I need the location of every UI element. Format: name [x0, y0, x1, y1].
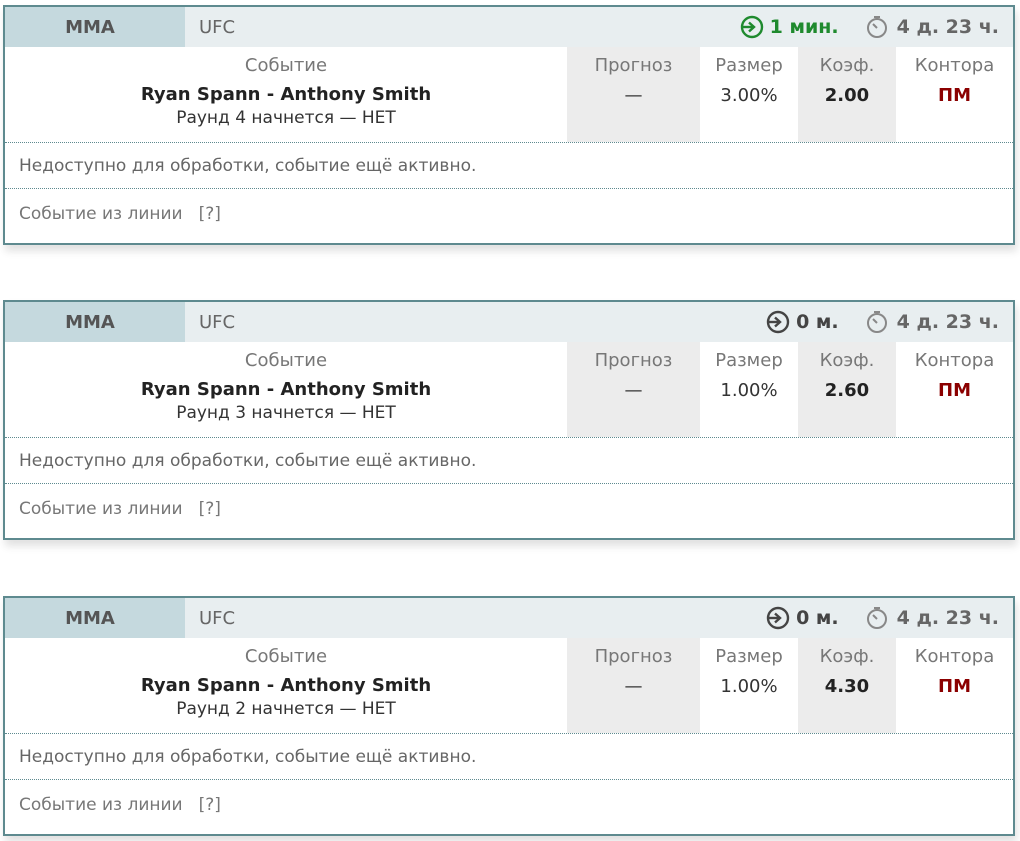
coef-header: Коэф. [819, 350, 875, 371]
size-header: Размер [715, 55, 783, 76]
sport-label: MMA [5, 302, 185, 342]
source-label: Событие из линии [19, 204, 183, 224]
office-value: ПМ [938, 85, 971, 106]
event-header: Событие [244, 646, 328, 667]
bet-info-row: Событие Ryan Spann - Anthony Smith Раунд… [5, 638, 1013, 734]
status-message: Недоступно для обработки, событие ещё ак… [5, 734, 1013, 780]
office-value: ПМ [938, 380, 971, 401]
office-header: Контора [914, 55, 995, 76]
stopwatch-icon [866, 607, 887, 629]
bet-history-list: MMA UFC 1 мин. 4 д. 23 ч. Событие Ryan S… [0, 0, 1020, 841]
size-column: Размер 1.00% [700, 342, 798, 437]
bet-card: MMA UFC 1 мин. 4 д. 23 ч. Событие Ryan S… [3, 5, 1015, 245]
coef-column: Коэф. 2.00 [798, 47, 896, 142]
start-time: 0 м. [796, 607, 839, 629]
event-header: Событие [244, 350, 328, 371]
forecast-header: Прогноз [594, 350, 673, 371]
stopwatch-icon [866, 16, 887, 38]
timing-info: 1 мин. 4 д. 23 ч. [738, 14, 1013, 40]
sport-label: MMA [5, 7, 185, 47]
event-market: Раунд 4 начнется — НЕТ [176, 108, 396, 128]
event-market: Раунд 2 начнется — НЕТ [176, 699, 396, 719]
forecast-value: — [624, 85, 643, 106]
event-name: Ryan Spann - Anthony Smith [140, 675, 432, 696]
size-header: Размер [715, 646, 783, 667]
forecast-column: Прогноз — [567, 342, 700, 437]
forecast-header: Прогноз [594, 55, 673, 76]
source-label: Событие из линии [19, 795, 183, 815]
duration: 4 д. 23 ч. [896, 607, 999, 629]
coef-header: Коэф. [819, 55, 875, 76]
event-header: Событие [244, 55, 328, 76]
coef-header: Коэф. [819, 646, 875, 667]
office-column: Контора ПМ [896, 47, 1013, 142]
stopwatch-icon [866, 311, 887, 333]
size-value: 1.00% [720, 380, 778, 401]
source-label: Событие из линии [19, 499, 183, 519]
sport-label: MMA [5, 598, 185, 638]
forecast-value: — [624, 676, 643, 697]
coef-column: Коэф. 2.60 [798, 342, 896, 437]
league-label: UFC [199, 607, 236, 629]
office-column: Контора ПМ [896, 638, 1013, 733]
event-name: Ryan Spann - Anthony Smith [140, 84, 432, 105]
bet-card: MMA UFC 0 м. 4 д. 23 ч. Событие Ryan Spa… [3, 300, 1015, 540]
card-header: MMA UFC 1 мин. 4 д. 23 ч. [5, 7, 1013, 47]
help-link[interactable]: [?] [199, 499, 221, 519]
source-row: Событие из линии [?] [5, 189, 1013, 239]
size-column: Размер 3.00% [700, 47, 798, 142]
card-header: MMA UFC 0 м. 4 д. 23 ч. [5, 598, 1013, 638]
forecast-column: Прогноз — [567, 47, 700, 142]
forecast-column: Прогноз — [567, 638, 700, 733]
office-column: Контора ПМ [896, 342, 1013, 437]
timing-info: 0 м. 4 д. 23 ч. [764, 605, 1013, 631]
coef-value: 2.00 [824, 85, 870, 106]
size-header: Размер [715, 350, 783, 371]
league-label: UFC [199, 16, 236, 38]
coef-column: Коэф. 4.30 [798, 638, 896, 733]
duration: 4 д. 23 ч. [896, 311, 999, 333]
status-message: Недоступно для обработки, событие ещё ак… [5, 143, 1013, 189]
forecast-header: Прогноз [594, 646, 673, 667]
event-market: Раунд 3 начнется — НЕТ [176, 403, 396, 423]
sign-in-icon [766, 310, 790, 334]
size-value: 1.00% [720, 676, 778, 697]
start-time: 1 мин. [769, 16, 839, 38]
card-header: MMA UFC 0 м. 4 д. 23 ч. [5, 302, 1013, 342]
help-link[interactable]: [?] [199, 795, 221, 815]
status-message: Недоступно для обработки, событие ещё ак… [5, 438, 1013, 484]
timing-info: 0 м. 4 д. 23 ч. [764, 309, 1013, 335]
event-column: Событие Ryan Spann - Anthony Smith Раунд… [5, 638, 567, 733]
bet-info-row: Событие Ryan Spann - Anthony Smith Раунд… [5, 47, 1013, 143]
bet-card: MMA UFC 0 м. 4 д. 23 ч. Событие Ryan Spa… [3, 596, 1015, 836]
sign-in-icon [766, 606, 790, 630]
office-value: ПМ [938, 676, 971, 697]
size-value: 3.00% [720, 85, 778, 106]
office-header: Контора [914, 646, 995, 667]
duration: 4 д. 23 ч. [896, 16, 999, 38]
league-label: UFC [199, 311, 236, 333]
bet-info-row: Событие Ryan Spann - Anthony Smith Раунд… [5, 342, 1013, 438]
forecast-value: — [624, 380, 643, 401]
start-time: 0 м. [796, 311, 839, 333]
source-row: Событие из линии [?] [5, 780, 1013, 830]
office-header: Контора [914, 350, 995, 371]
size-column: Размер 1.00% [700, 638, 798, 733]
event-name: Ryan Spann - Anthony Smith [140, 379, 432, 400]
event-column: Событие Ryan Spann - Anthony Smith Раунд… [5, 47, 567, 142]
event-column: Событие Ryan Spann - Anthony Smith Раунд… [5, 342, 567, 437]
sign-in-icon [740, 15, 763, 39]
coef-value: 2.60 [824, 380, 870, 401]
coef-value: 4.30 [824, 676, 870, 697]
source-row: Событие из линии [?] [5, 484, 1013, 534]
help-link[interactable]: [?] [199, 204, 221, 224]
